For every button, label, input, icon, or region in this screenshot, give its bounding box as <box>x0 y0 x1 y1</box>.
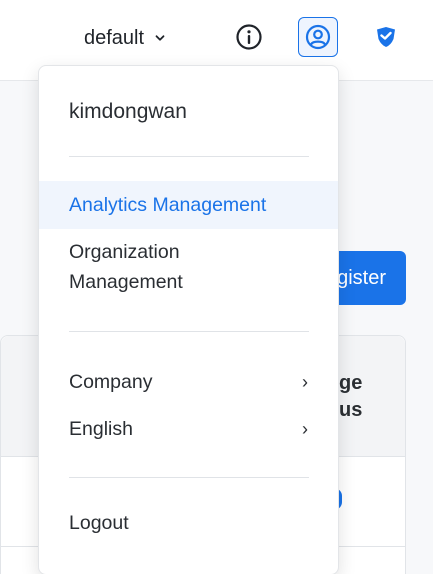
chevron-down-icon <box>155 35 165 41</box>
menu-item-logout[interactable]: Logout <box>39 508 338 538</box>
project-selector-label: default <box>84 26 145 49</box>
column-header-line: ge <box>339 372 363 394</box>
menu-item-label: English <box>69 418 133 440</box>
menu-divider <box>69 156 309 157</box>
menu-item-label: Company <box>69 371 153 393</box>
menu-item-label: Logout <box>69 512 129 534</box>
menu-divider <box>69 477 309 478</box>
page: gister ge us default kimdongwan Analytic… <box>0 0 433 574</box>
menu-item-organization-management[interactable]: Organization Management <box>39 237 338 297</box>
menu-item-company[interactable]: Company › <box>39 367 338 397</box>
project-selector[interactable]: default <box>84 24 166 52</box>
menu-divider <box>69 331 309 332</box>
user-circle-icon <box>305 24 331 50</box>
chevron-right-icon: › <box>302 419 308 439</box>
user-dropdown-menu: kimdongwan Analytics Management Organiza… <box>38 65 339 574</box>
info-icon <box>236 24 262 50</box>
menu-item-label: Analytics Management <box>69 194 267 216</box>
user-menu-button[interactable] <box>298 17 338 57</box>
info-button[interactable] <box>229 17 269 57</box>
admin-button[interactable] <box>366 17 406 57</box>
column-header-line: us <box>339 399 363 421</box>
menu-item-analytics-management[interactable]: Analytics Management <box>39 181 338 229</box>
menu-username: kimdongwan <box>69 100 187 123</box>
column-header-status[interactable]: ge us <box>339 370 362 424</box>
menu-item-label: Management <box>69 271 183 293</box>
chevron-right-icon: › <box>302 372 308 392</box>
shield-icon <box>377 27 395 47</box>
register-button-label: gister <box>337 267 386 289</box>
menu-item-language[interactable]: English › <box>39 414 338 444</box>
menu-item-label: Organization <box>69 241 180 263</box>
